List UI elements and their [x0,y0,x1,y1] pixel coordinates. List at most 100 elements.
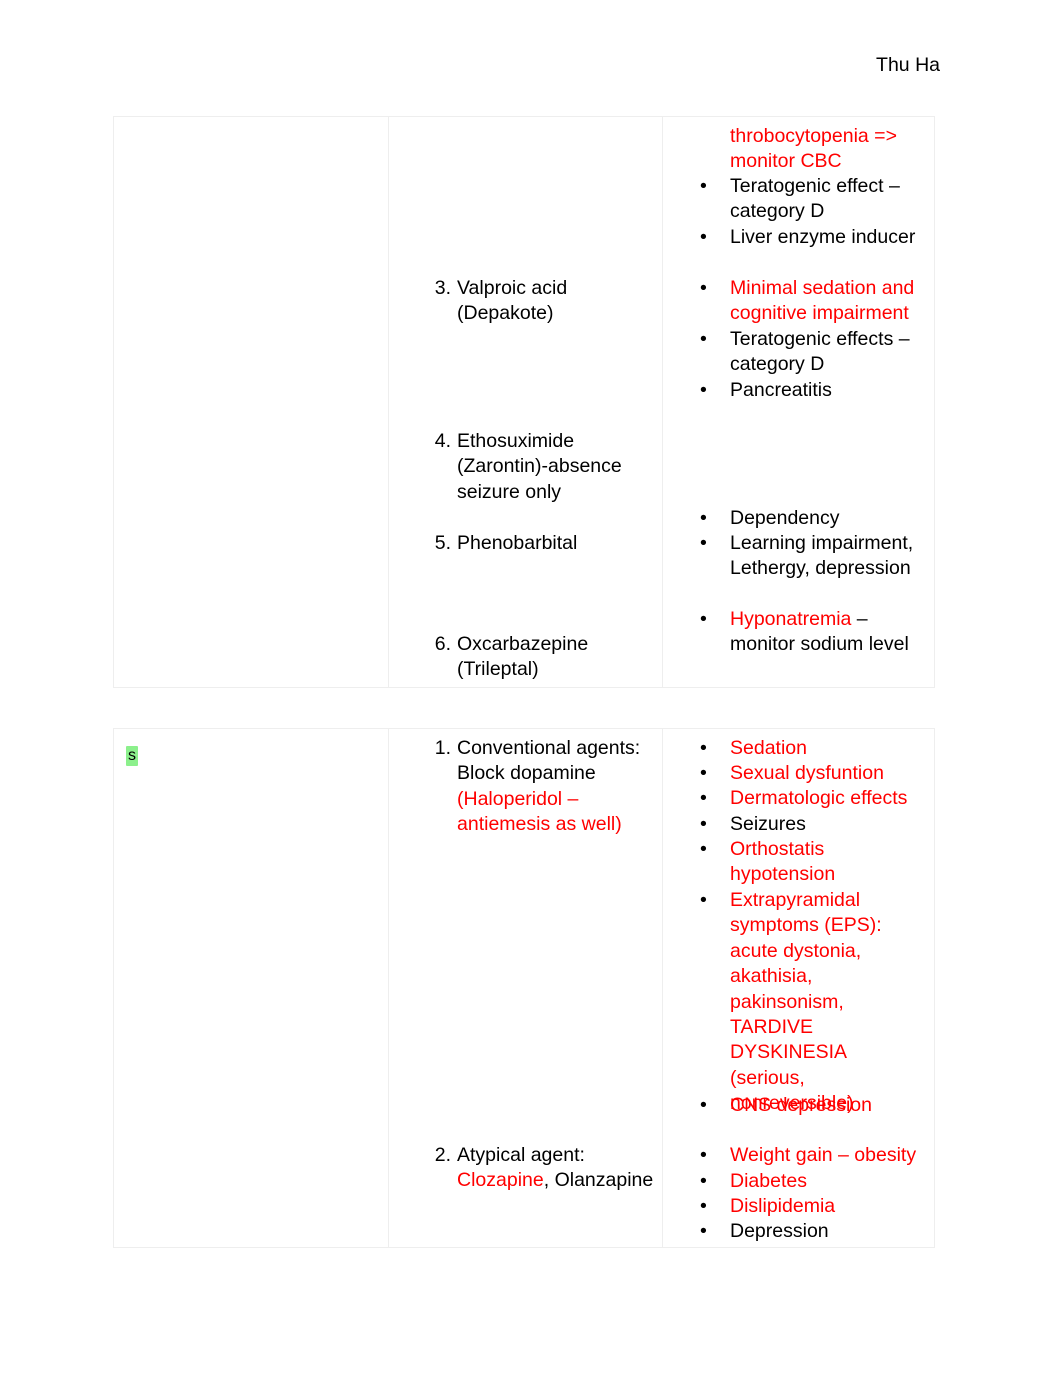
bullet-icon: • [700,813,707,835]
effect-text: Teratogenic effect – category D [730,174,930,225]
list-text: Conventional agents: Block dopamine (Halop… [457,736,657,838]
list-number: 5. [434,532,451,554]
effect-line: Seizures [730,813,806,835]
effect-text: Sexual dysfuntion [730,761,930,786]
effect-line: Diabetes [730,1170,807,1192]
effect-text: Dislipidemia [730,1194,930,1219]
effect-text: throbocytopenia => monitor CBC [730,124,930,175]
effect-line: Sedation [730,737,807,759]
effect-text: Seizures [730,812,930,837]
effect-line: Minimal sedation and [730,277,915,299]
effect-line: Depression [730,1220,829,1242]
effect-line: Orthostatis [730,838,825,860]
bullet-icon: • [700,1094,707,1116]
effect-line: Sexual dysfuntion [730,762,884,784]
author-name: Thu Ha [876,54,940,76]
bullet-icon: • [700,737,707,759]
document-page: Thu Ha 3. Valproic acid (Depakote) 4. Eth… [0,0,1062,1376]
effect-line: Liver enzyme inducer [730,226,916,248]
bullet-icon: • [700,889,707,911]
list-text: Valproic acid (Depakote) [457,276,657,327]
drug-name-line: Valproic acid [457,277,568,299]
effect-text: Pancreatitis [730,378,930,403]
highlighted-character[interactable]: s [126,746,138,766]
effect-line: akathisia, [730,965,813,988]
effect-line: symptoms (EPS): [730,914,882,937]
effect-text: Orthostatis hypotension [730,837,930,888]
effect-text: Dermatologic effects [730,786,930,811]
table1-cell-drug-names[interactable] [388,116,663,688]
effect-line: category D [730,200,825,223]
drug-name-line: Phenobarbital [457,532,578,554]
bullet-icon: • [700,1144,707,1166]
effect-text: CNS depression [730,1093,930,1118]
effect-text: Learning impairment, Lethergy, depression [730,531,930,582]
bullet-icon: • [700,608,707,630]
bullet-icon: • [700,838,707,860]
effect-text: Weight gain – obesity [730,1143,960,1168]
effect-line: monitor sodium level [730,633,909,656]
list-number: 2. [434,1144,451,1166]
list-number: 4. [434,430,451,452]
effect-text: Extrapyramidal symptoms (EPS): acute dysto… [730,888,930,1117]
bullet-icon: • [700,226,707,248]
effect-line: Pancreatitis [730,379,832,401]
table2-cell-drug-class[interactable]: s [113,728,389,1248]
page-header: Thu Ha [0,52,940,78]
list-text: Atypical agent: Clozapine, Olanzapine [457,1143,687,1194]
bullet-icon: • [700,762,707,784]
drug-name-line: Ethosuximide [457,430,575,452]
effect-text: Depression [730,1219,930,1244]
bullet-icon: • [700,328,707,350]
effect-line: Weight gain – obesity [730,1144,917,1166]
effect-text: Liver enzyme inducer [730,225,930,250]
effect-line: Dermatologic effects [730,787,908,809]
agent-line: , Olanzapine [543,1169,654,1192]
bullet-icon: • [700,175,707,197]
effect-line: cognitive impairment [730,302,909,325]
list-number: 1. [434,737,451,759]
effect-line: throbocytopenia => [730,125,897,147]
effect-text: Minimal sedation and cognitive impairment [730,276,930,327]
effect-text: Teratogenic effects – category D [730,327,930,378]
effect-line: Learning impairment, [730,532,914,554]
table1-cell-drug-class[interactable] [113,116,389,688]
drug-name-line: seizure only [457,480,562,503]
bullet-icon: • [700,1170,707,1192]
agent-line: Block dopamine [457,762,596,785]
effect-line: – [851,608,868,630]
effect-text: Dependency [730,506,930,531]
effect-line: CNS depression [730,1094,872,1116]
bullet-icon: • [700,277,707,299]
drug-name-line: (Trileptal) [457,658,539,681]
effect-line: Extrapyramidal [730,889,861,911]
bullet-icon: • [700,787,707,809]
bullet-icon: • [700,532,707,554]
list-number: 3. [434,277,451,299]
effect-line-emphasis: Hyponatremia [730,608,852,630]
effect-text: Sedation [730,736,930,761]
agent-line: (Haloperidol – [457,787,579,810]
effect-line: monitor CBC [730,150,842,173]
effect-text: Hyponatremia – monitor sodium level [730,607,930,658]
effect-line: TARDIVE DYSKINESIA [730,1016,848,1064]
effect-line: acute dystonia, [730,939,862,962]
effect-line: (serious, [730,1066,805,1089]
effect-line: Dislipidemia [730,1195,836,1217]
drug-name-line: Oxcarbazepine [457,633,589,655]
agent-line-emphasis: Clozapine [457,1169,544,1192]
list-number: 6. [434,633,451,655]
effect-text: Diabetes [730,1169,930,1194]
bullet-icon: • [700,507,707,529]
list-text: Oxcarbazepine (Trileptal) [457,632,657,683]
list-text: Ethosuximide (Zarontin)-absence seizure on… [457,429,657,505]
effect-line: Teratogenic effects – [730,328,910,350]
bullet-icon: • [700,1195,707,1217]
list-text: Phenobarbital [457,531,657,556]
effect-line: hypotension [730,863,836,886]
effect-line: Lethergy, depression [730,557,911,580]
drug-name-line: (Depakote) [457,302,554,325]
effect-line: Teratogenic effect – [730,175,900,197]
effect-line: category D [730,353,825,376]
bullet-icon: • [700,379,707,401]
